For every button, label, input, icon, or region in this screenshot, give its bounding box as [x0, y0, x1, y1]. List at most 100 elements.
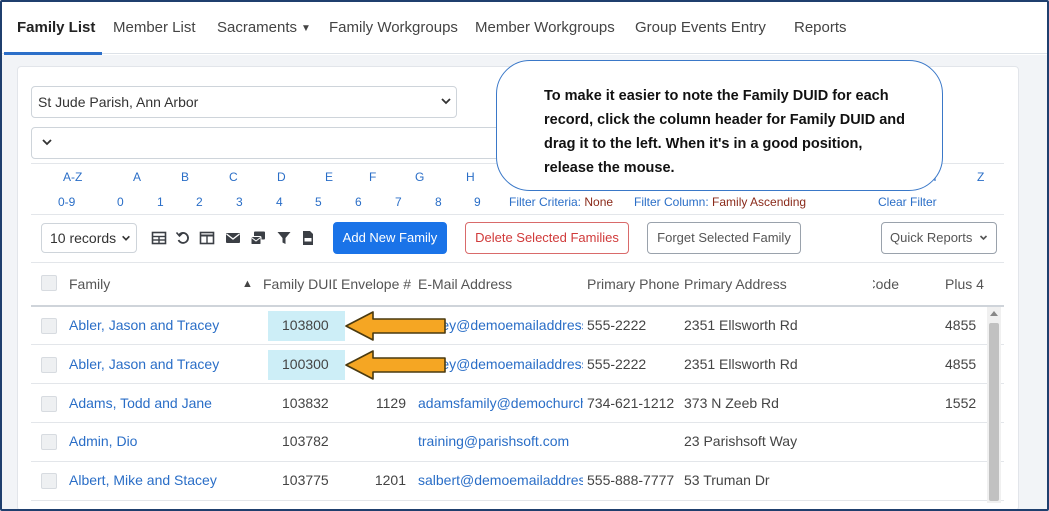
mail-icon[interactable] — [225, 230, 241, 246]
row-divider — [31, 383, 1004, 384]
email-link[interactable]: adamsfamily@demochurch.com — [418, 395, 583, 411]
num-filter-1[interactable]: 1 — [157, 195, 164, 209]
family-link[interactable]: Admin, Dio — [69, 433, 259, 449]
family-link[interactable]: Albert, Mike and Stacey — [69, 472, 259, 488]
email-link[interactable]: salbert@demoemailaddress.com — [418, 472, 583, 488]
column-header-envelope[interactable]: Envelope # — [341, 276, 413, 292]
clear-filter-link[interactable]: Clear Filter — [878, 195, 937, 209]
scroll-up-icon[interactable] — [990, 311, 998, 316]
divider — [31, 262, 1004, 263]
num-filter-9[interactable]: 9 — [474, 195, 481, 209]
records-per-page-select[interactable]: 10 records — [41, 223, 137, 253]
tab-family-workgroups[interactable]: Family Workgroups — [329, 2, 458, 54]
tab-member-list[interactable]: Member List — [113, 2, 196, 54]
num-filter-6[interactable]: 6 — [355, 195, 362, 209]
select-all-checkbox[interactable] — [41, 275, 57, 291]
plus-4: 1552 — [945, 395, 977, 411]
undo-icon[interactable] — [175, 230, 191, 246]
scrollbar-thumb[interactable] — [989, 323, 999, 501]
tab-sacraments[interactable]: Sacraments ▼ — [217, 2, 311, 54]
envelope-number: 1129 — [375, 395, 406, 411]
quick-reports-label: Quick Reports — [890, 230, 973, 245]
chevron-down-icon — [440, 95, 452, 107]
parish-select[interactable]: St Jude Parish, Ann Arbor — [31, 86, 457, 118]
num-filter-2[interactable]: 2 — [196, 195, 203, 209]
column-header-primary-phone[interactable]: Primary Phone — [587, 276, 680, 292]
chevron-down-icon — [979, 223, 988, 253]
add-new-family-button[interactable]: Add New Family — [333, 222, 447, 254]
records-per-page-value: 10 records — [50, 230, 117, 246]
family-link[interactable]: Adams, Todd and Jane — [69, 395, 259, 411]
alpha-filter-0-9[interactable]: 0-9 — [58, 195, 75, 209]
column-header-primary-address[interactable]: Primary Address — [684, 276, 864, 292]
primary-phone: 555-888-7777 — [587, 472, 675, 488]
annotation-arrow-left-icon — [345, 350, 446, 380]
row-checkbox[interactable] — [41, 434, 57, 450]
family-duid: 103782 — [282, 433, 329, 449]
tab-group-events-entry[interactable]: Group Events Entry — [635, 2, 766, 54]
primary-address: 373 N Zeeb Rd — [684, 395, 779, 411]
active-tab-indicator — [4, 52, 102, 55]
delete-selected-families-button[interactable]: Delete Selected Families — [465, 222, 629, 254]
row-checkbox[interactable] — [41, 357, 57, 373]
family-duid: 103832 — [282, 395, 329, 411]
annotation-arrow-left-icon — [345, 311, 446, 341]
alpha-filter-a-z[interactable]: A-Z — [63, 170, 82, 184]
num-filter-0[interactable]: 0 — [117, 195, 124, 209]
alpha-filter-e[interactable]: E — [325, 170, 333, 184]
mail-merge-icon[interactable] — [250, 230, 266, 246]
row-checkbox[interactable] — [41, 318, 57, 334]
alpha-filter-f[interactable]: F — [369, 170, 376, 184]
num-filter-7[interactable]: 7 — [395, 195, 402, 209]
divider — [31, 214, 1004, 215]
column-header-family-duid[interactable]: Family DUID — [263, 276, 337, 292]
secondary-select[interactable] — [31, 127, 511, 159]
row-divider — [31, 461, 1004, 462]
filter-column-value: Family Ascending — [712, 195, 807, 209]
family-duid: 103775 — [282, 472, 329, 488]
filter-icon[interactable] — [276, 230, 292, 246]
filter-criteria-label: Filter Criteria: — [509, 195, 582, 209]
row-checkbox[interactable] — [41, 396, 57, 412]
tab-reports[interactable]: Reports — [794, 2, 847, 54]
plus-4: 4855 — [945, 356, 977, 372]
csv-export-icon[interactable] — [300, 230, 316, 246]
table-scrollbar[interactable] — [987, 307, 1001, 503]
alpha-filter-b[interactable]: B — [181, 170, 189, 184]
row-divider — [31, 500, 1004, 501]
row-checkbox[interactable] — [41, 473, 57, 489]
alpha-filter-h[interactable]: H — [466, 170, 475, 184]
family-link[interactable]: Abler, Jason and Tracey — [69, 356, 259, 372]
filter-column-label: Filter Column: — [634, 195, 709, 209]
tab-family-list[interactable]: Family List — [17, 2, 95, 54]
email-link[interactable]: training@parishsoft.com — [418, 433, 583, 449]
filter-criteria: Filter Criteria: None — [509, 195, 613, 209]
primary-phone: 555-2222 — [587, 356, 647, 372]
clear-filter-label: Clear Filter — [878, 195, 937, 209]
column-header-zip-code[interactable]: Zip Code — [873, 276, 899, 292]
forget-selected-family-button[interactable]: Forget Selected Family — [647, 222, 801, 254]
num-filter-3[interactable]: 3 — [236, 195, 243, 209]
alpha-filter-g[interactable]: G — [415, 170, 424, 184]
columns-icon[interactable] — [199, 230, 215, 246]
num-filter-4[interactable]: 4 — [276, 195, 283, 209]
num-filter-8[interactable]: 8 — [435, 195, 442, 209]
alpha-filter-z[interactable]: Z — [977, 170, 984, 184]
quick-reports-button[interactable]: Quick Reports — [881, 222, 997, 254]
column-header-email[interactable]: E-Mail Address — [418, 276, 582, 292]
sort-ascending-icon[interactable]: ▲ — [242, 278, 253, 290]
alpha-filter-a[interactable]: A — [133, 170, 141, 184]
primary-address: 2351 Ellsworth Rd — [684, 317, 798, 333]
family-duid: 103800 — [282, 317, 329, 333]
instruction-callout: To make it easier to note the Family DUI… — [496, 60, 943, 191]
caret-down-icon: ▼ — [301, 23, 311, 34]
top-nav: Family List Member List Sacraments ▼ Fami… — [2, 2, 1047, 55]
family-link[interactable]: Abler, Jason and Tracey — [69, 317, 259, 333]
alpha-filter-d[interactable]: D — [277, 170, 286, 184]
column-header-plus-4[interactable]: Plus 4 — [945, 276, 995, 292]
tab-member-workgroups[interactable]: Member Workgroups — [475, 2, 615, 54]
table-icon[interactable] — [151, 230, 167, 246]
column-header-family[interactable]: Family — [69, 276, 239, 292]
alpha-filter-c[interactable]: C — [229, 170, 238, 184]
num-filter-5[interactable]: 5 — [315, 195, 322, 209]
